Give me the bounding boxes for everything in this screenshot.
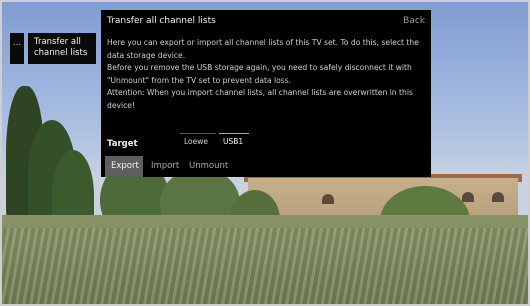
target-option-usb1[interactable]: USB1 [219, 133, 249, 149]
menu-item-label-line2: channel lists [34, 48, 88, 58]
menu-item-label-line1: Transfer all [34, 37, 81, 47]
description-paragraph: Here you can export or import all channe… [107, 38, 419, 60]
menu-previous-label: ... [12, 38, 22, 48]
export-button[interactable]: Export [105, 156, 143, 177]
target-label: Target [107, 139, 138, 149]
target-option-loewe[interactable]: Loewe [180, 133, 216, 149]
villa-window [322, 194, 334, 204]
villa-window [462, 192, 474, 202]
hedge-texture [0, 228, 530, 306]
description-paragraph: Attention: When you import channel lists… [107, 88, 413, 110]
unmount-button[interactable]: Unmount [183, 156, 231, 177]
transfer-dialog: Transfer all channel lists Back Here you… [101, 10, 431, 177]
description-paragraph: Before you remove the USB storage again,… [107, 63, 412, 85]
action-bar: Export Import Unmount [101, 156, 431, 177]
menu-previous-item[interactable]: ... [10, 33, 24, 64]
dialog-description: Here you can export or import all channe… [107, 37, 425, 112]
dialog-title: Transfer all channel lists [107, 16, 216, 26]
villa-window [492, 192, 504, 202]
import-button[interactable]: Import [145, 156, 181, 177]
back-button[interactable]: Back [403, 16, 425, 26]
menu-item-transfer-channel-lists[interactable]: Transfer all channel lists [28, 33, 96, 64]
